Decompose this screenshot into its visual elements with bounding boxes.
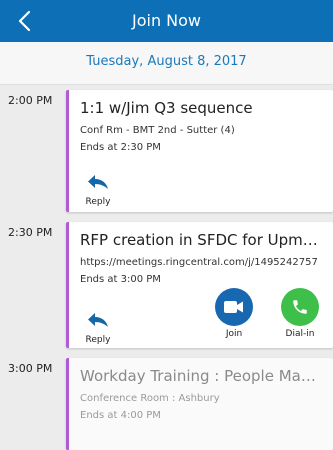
event-card[interactable]: 1:1 w/Jim Q3 sequence Conf Rm - BMT 2nd … [66,90,333,212]
dial-in-label: Dial-in [285,329,315,339]
event-title: 1:1 w/Jim Q3 sequence [80,99,253,117]
date-header: Tuesday, August 8, 2017 [0,42,333,85]
event-time: 2:00 PM [8,94,53,107]
date-label: Tuesday, August 8, 2017 [86,54,247,69]
event-location: Conference Room : Ashbury [80,393,220,404]
join-label: Join [225,329,243,339]
page-title: Join Now [131,11,202,30]
video-camera-icon [224,301,243,313]
reply-icon [88,313,108,327]
reply-button[interactable]: Reply [81,312,115,345]
event-end-time: Ends at 4:00 PM [80,410,161,421]
app-header: Join Now [0,0,333,42]
phone-icon [293,300,307,314]
event-title: RFP creation in SFDC for Upmark... [80,231,325,249]
event-end-time: Ends at 3:00 PM [80,274,161,285]
reply-label: Reply [85,197,111,207]
dial-in-button[interactable]: Dial-in [275,288,325,339]
reply-label: Reply [85,335,111,345]
join-button[interactable]: Join [209,288,259,339]
event-location: Conf Rm - BMT 2nd - Sutter (4) [80,125,235,136]
event-end-time: Ends at 2:30 PM [80,142,161,153]
event-card[interactable]: RFP creation in SFDC for Upmark... https… [66,222,333,348]
reply-button[interactable]: Reply [81,174,115,207]
dial-in-circle [281,288,319,326]
event-title: Workday Training : People Manag... [80,367,325,385]
event-time: 2:30 PM [8,226,53,239]
event-time: 3:00 PM [8,362,53,375]
event-card[interactable]: Workday Training : People Manag... Confe… [66,358,333,450]
join-circle [215,288,253,326]
reply-icon [88,175,108,189]
event-meeting-link[interactable]: https://meetings.ringcentral.com/j/14952… [80,257,325,268]
